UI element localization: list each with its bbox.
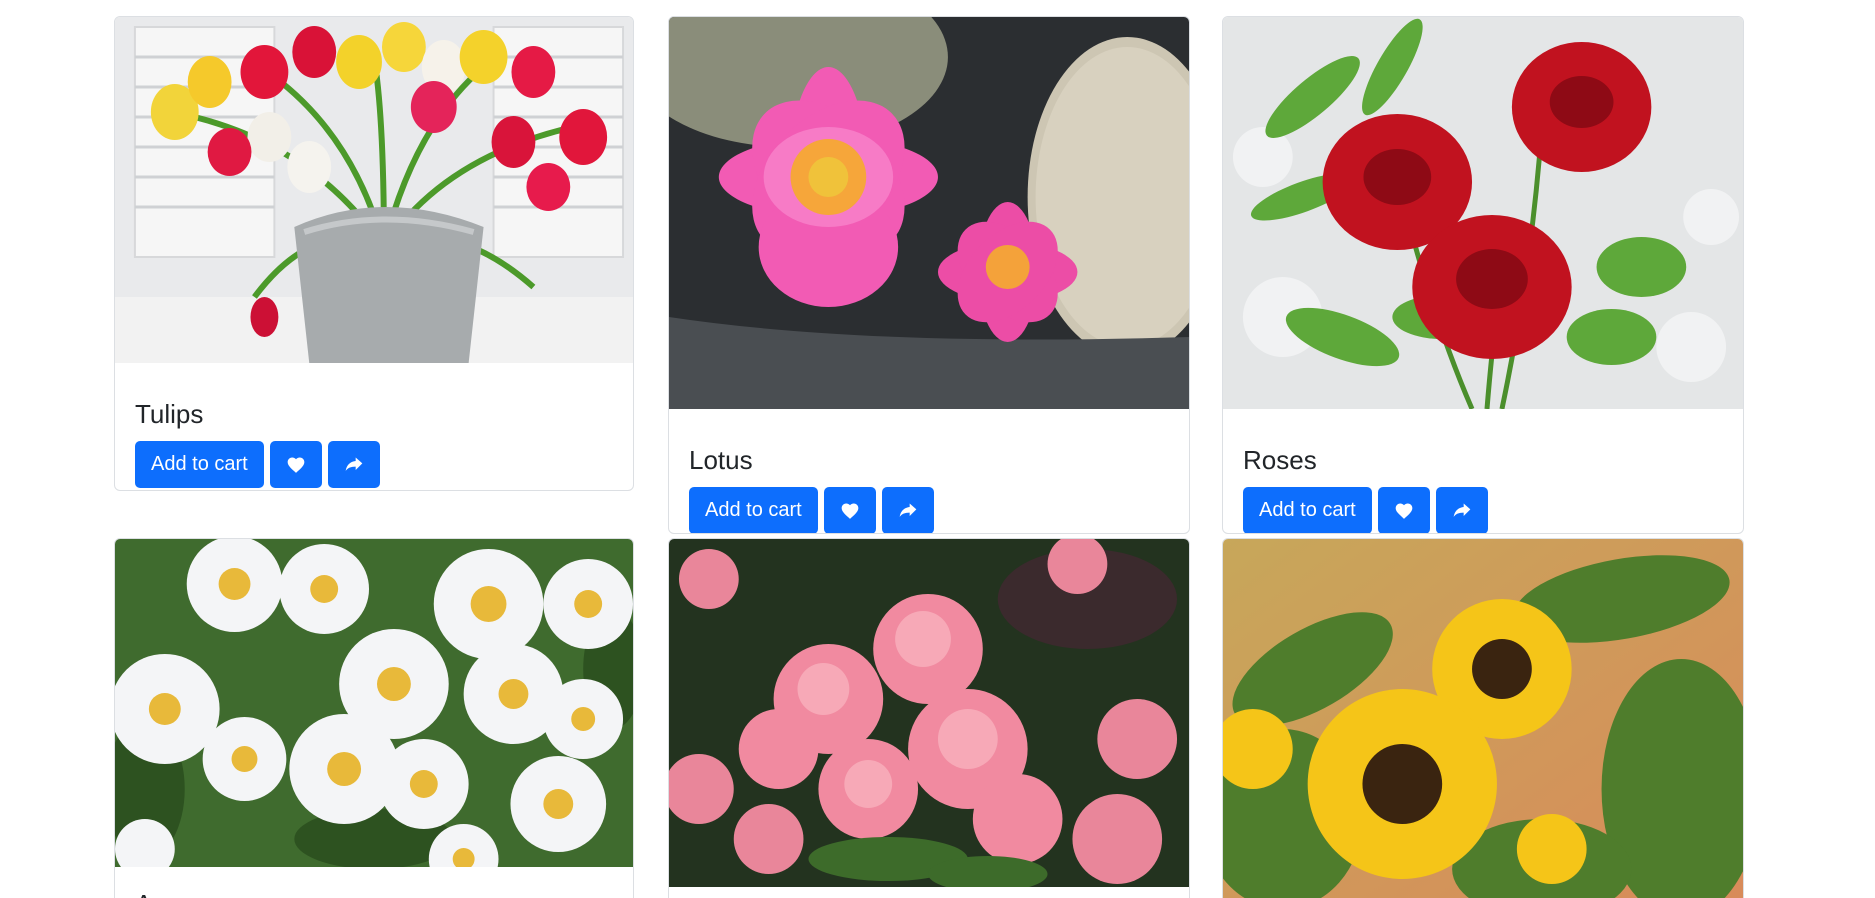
roses-image xyxy=(1223,17,1743,409)
like-button[interactable] xyxy=(823,487,876,533)
like-button[interactable] xyxy=(269,441,322,488)
heart-icon xyxy=(287,457,305,473)
card-body: Tulips Add to cart xyxy=(135,399,380,488)
add-to-cart-button[interactable]: Add to cart xyxy=(1243,487,1372,533)
card-title: Lotus xyxy=(689,445,753,475)
anemone-image xyxy=(115,539,633,867)
share-button[interactable] xyxy=(1435,487,1488,533)
product-card-azalea xyxy=(668,538,1190,898)
share-icon xyxy=(899,503,917,517)
tulips-image xyxy=(115,17,633,363)
heart-icon xyxy=(841,503,859,519)
card-actions: Add to cart xyxy=(689,487,934,533)
add-to-cart-button[interactable]: Add to cart xyxy=(135,441,264,488)
share-button[interactable] xyxy=(881,487,934,533)
azalea-image xyxy=(669,539,1189,887)
product-card-tulips: Tulips Add to cart xyxy=(114,16,634,491)
product-card-anemone: Anemone xyxy=(114,538,634,898)
share-button[interactable] xyxy=(327,441,380,488)
card-actions: Add to cart xyxy=(1243,487,1488,533)
card-actions: Add to cart xyxy=(135,441,380,488)
product-card-sunflowers xyxy=(1222,538,1744,898)
card-title: Anemone xyxy=(135,889,246,898)
card-body: Anemone xyxy=(135,889,246,898)
product-card-lotus: Lotus Add to cart xyxy=(668,16,1190,534)
product-grid: Tulips Add to cart Lotus Add to cart Ros… xyxy=(0,0,1875,898)
share-icon xyxy=(1453,503,1471,517)
share-icon xyxy=(345,457,363,471)
card-title: Tulips xyxy=(135,399,204,429)
lotus-image xyxy=(669,17,1189,409)
card-body: Lotus Add to cart xyxy=(689,445,934,533)
card-title: Roses xyxy=(1243,445,1317,475)
product-card-roses: Roses Add to cart xyxy=(1222,16,1744,534)
heart-icon xyxy=(1395,503,1413,519)
add-to-cart-button[interactable]: Add to cart xyxy=(689,487,818,533)
card-body: Roses Add to cart xyxy=(1243,445,1488,533)
sunflowers-image xyxy=(1223,539,1743,898)
like-button[interactable] xyxy=(1377,487,1430,533)
